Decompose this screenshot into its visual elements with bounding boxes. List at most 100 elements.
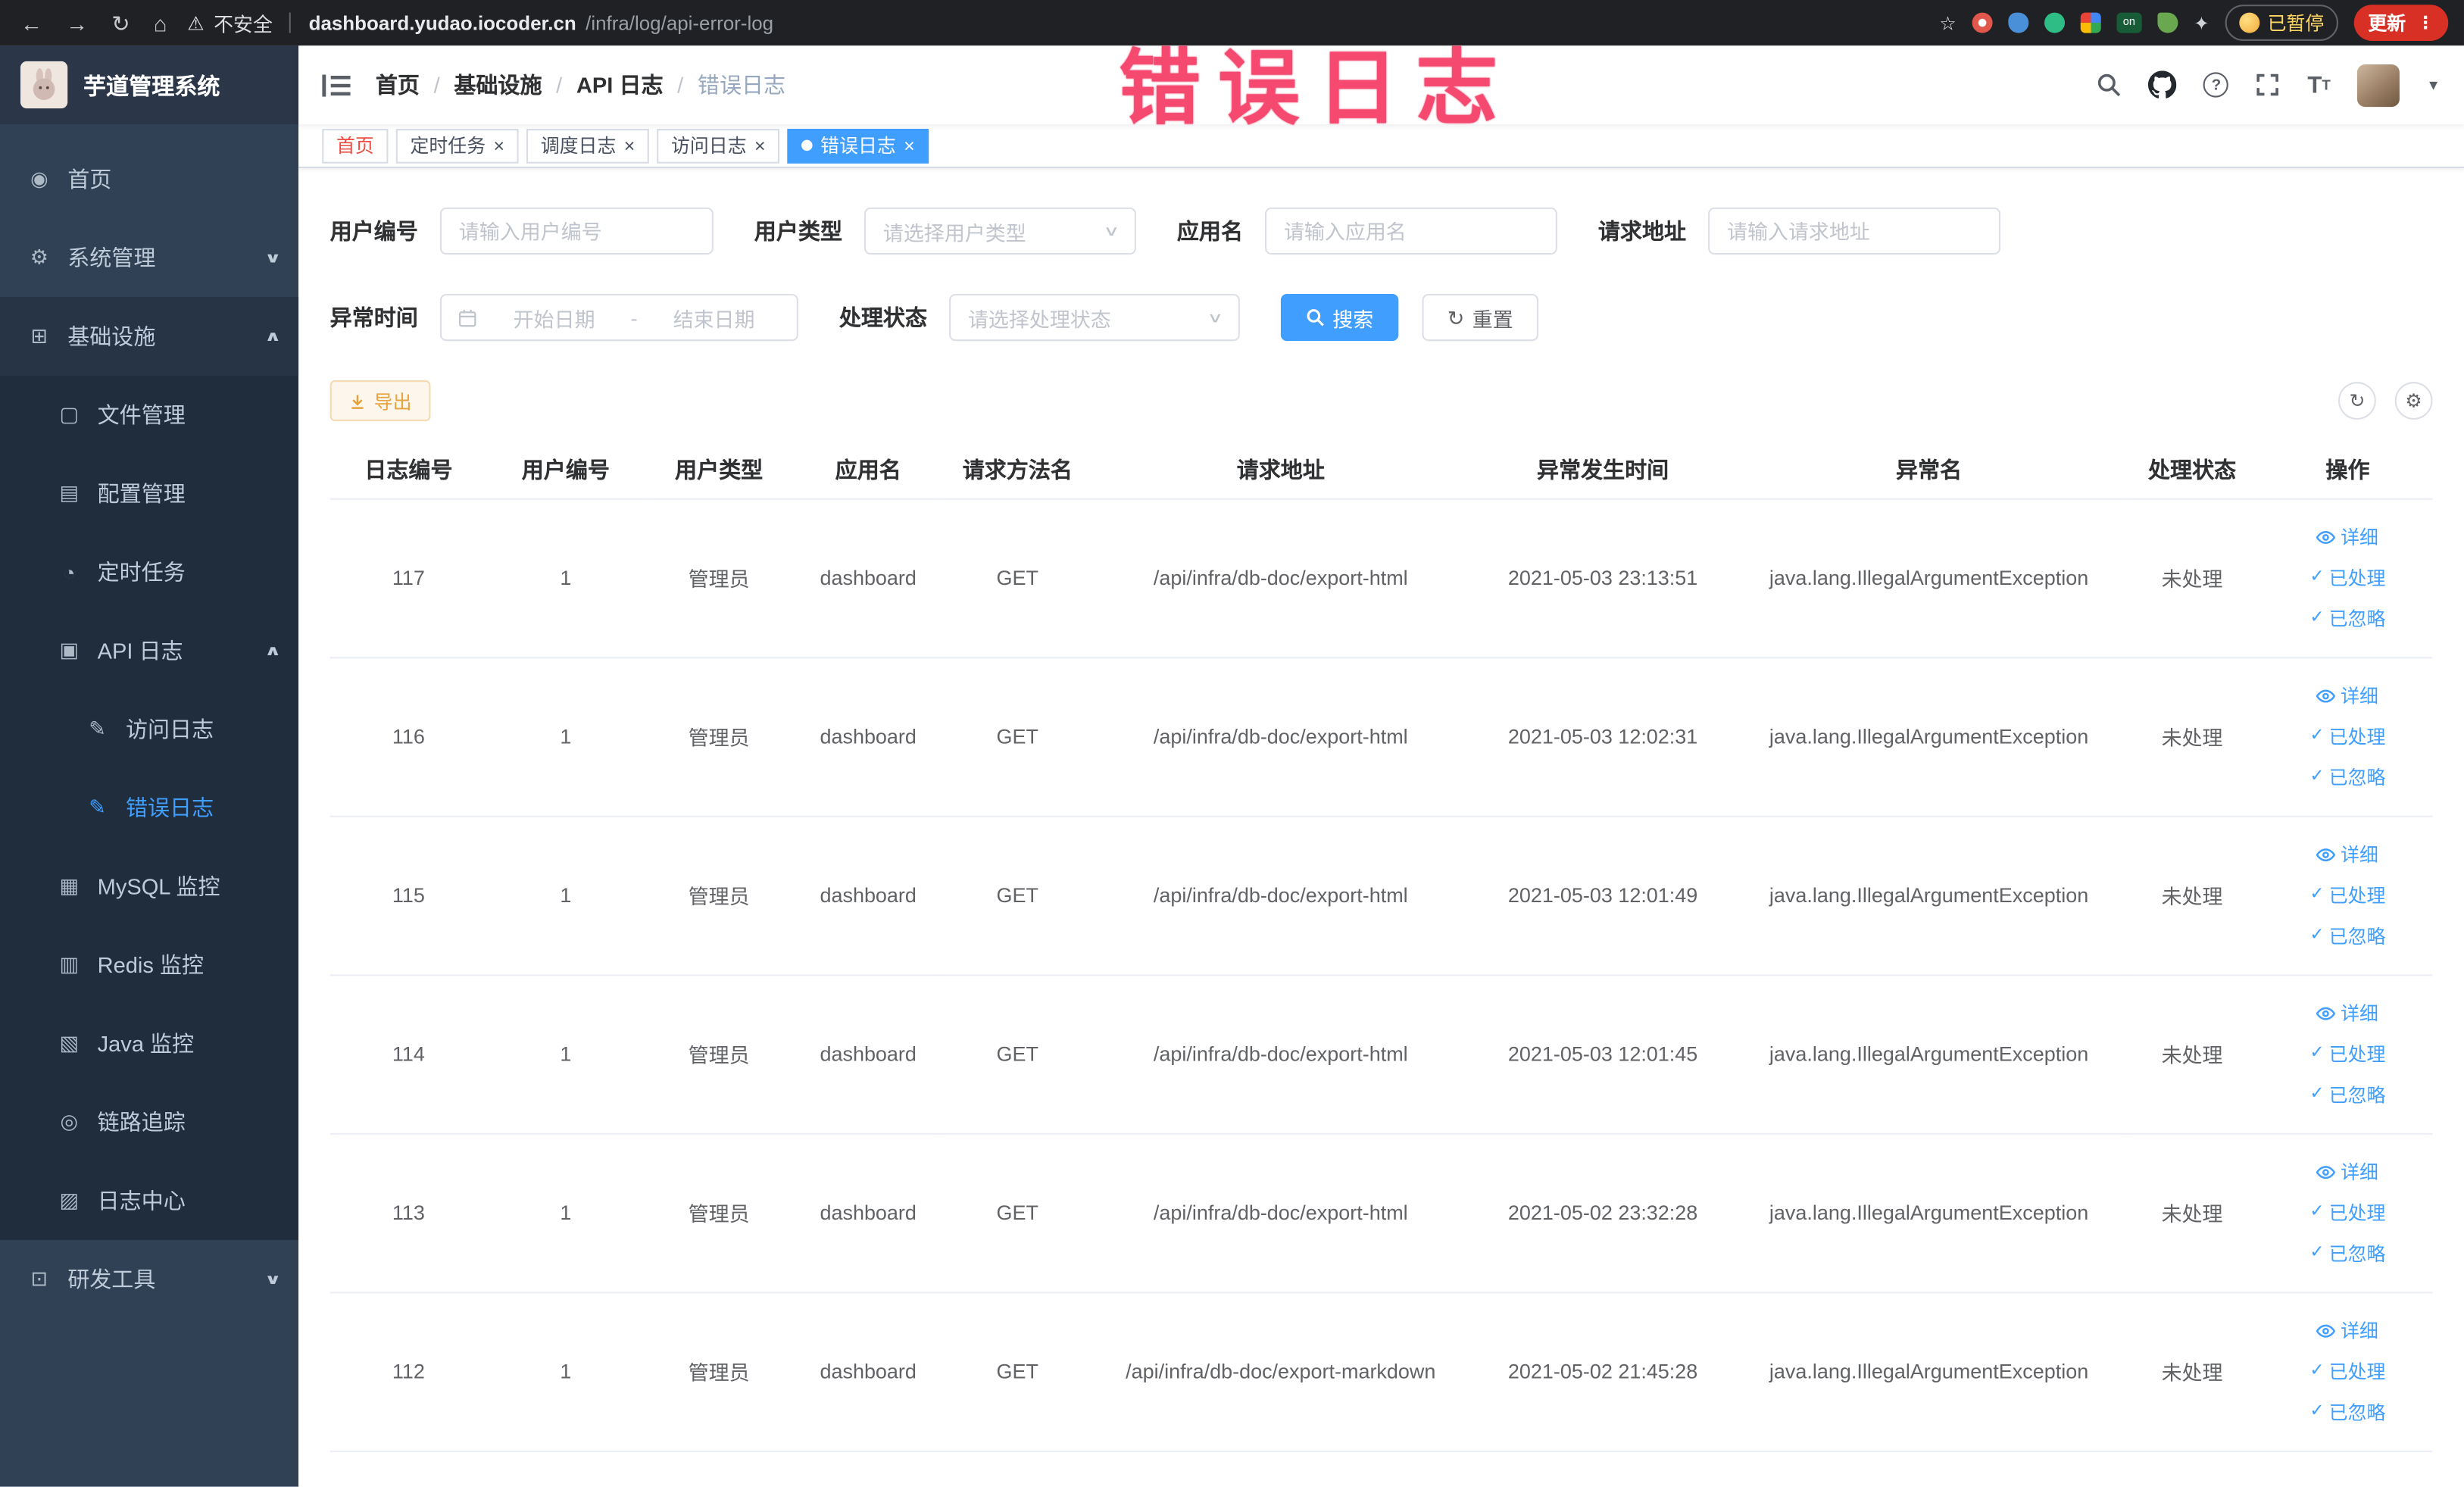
processed-link[interactable]: ✓ 已处理 [2309, 1035, 2385, 1073]
sidebar-item-java-monitor[interactable]: ▧ Java 监控 [0, 1004, 298, 1083]
check-icon: ✓ [2309, 608, 2325, 627]
address-bar[interactable]: ⚠ 不安全 dashboard.yudao.iocoder.cn/infra/l… [187, 8, 1923, 37]
filter-user-id: 用户编号 [330, 207, 714, 255]
tab-access-log[interactable]: 访问日志 × [657, 128, 780, 163]
process-status-select[interactable]: 请选择处理状态 ∨ [949, 293, 1240, 342]
user-avatar[interactable] [2357, 64, 2400, 107]
font-size-icon[interactable]: TT [2307, 73, 2330, 96]
sidebar-item-file-manage[interactable]: ▢ 文件管理 [0, 376, 298, 455]
url-path: /infra/log/api-error-log [586, 11, 774, 34]
check-icon: ✓ [2309, 1043, 2325, 1063]
cell-log-id: 114 [329, 974, 488, 1134]
sidebar-item-access-log[interactable]: ✎ 访问日志 [0, 690, 298, 769]
detail-link[interactable]: 详细 [2316, 1311, 2378, 1349]
ignored-link[interactable]: ✓ 已忽略 [2309, 599, 2385, 637]
refresh-button[interactable]: ↻ [2338, 382, 2376, 420]
browser-menu-icon[interactable]: ⋮ [2417, 13, 2434, 33]
table-row: 112 1 管理员 dashboard GET /api/infra/db-do… [329, 1292, 2433, 1451]
tab-error-log[interactable]: 错误日志 × [787, 128, 929, 163]
cell-request-url: /api/infra/db-doc/export-html [1091, 974, 1469, 1134]
browser-home-icon[interactable]: ⌂ [154, 12, 167, 34]
caret-down-icon[interactable]: ▼ [2426, 77, 2441, 93]
cell-exception-time: 2021-05-03 12:02:31 [1469, 657, 1737, 817]
detail-link[interactable]: 详细 [2316, 1153, 2378, 1191]
error-log-table: 日志编号 用户编号 用户类型 应用名 请求方法名 请求地址 异常发生时间 异常名… [329, 441, 2433, 1451]
cell-user-id: 1 [487, 498, 645, 658]
sidebar-item-redis-monitor[interactable]: ▥ Redis 监控 [0, 926, 298, 1004]
sidebar-item-error-log[interactable]: ✎ 错误日志 [0, 768, 298, 847]
ignored-link[interactable]: ✓ 已忽略 [2309, 1393, 2385, 1431]
bookmark-star-icon[interactable]: ☆ [1939, 14, 1956, 33]
export-button[interactable]: 导出 [329, 380, 431, 421]
sidebar-item-system[interactable]: ⚙ 系统管理 ∨ [0, 218, 298, 297]
search-button[interactable]: 搜索 [1280, 293, 1399, 342]
sidebar-item-home[interactable]: ◉ 首页 [0, 140, 298, 219]
browser-reload-icon[interactable]: ↻ [111, 12, 130, 34]
browser-forward-icon[interactable]: → [66, 12, 88, 34]
close-icon[interactable]: × [754, 136, 766, 155]
sidebar-item-dev-tools[interactable]: ⊡ 研发工具 ∨ [0, 1240, 298, 1319]
ignored-link[interactable]: ✓ 已忽略 [2309, 758, 2385, 796]
ignored-link[interactable]: ✓ 已忽略 [2309, 1235, 2385, 1273]
eye-icon [2316, 1006, 2336, 1020]
sidebar-item-infra[interactable]: ⊞ 基础设施 ∧ [0, 297, 299, 376]
processed-link[interactable]: ✓ 已处理 [2309, 1352, 2385, 1390]
active-dot [801, 139, 813, 152]
breadcrumb-api-log[interactable]: API 日志 [576, 69, 664, 100]
tab-home[interactable]: 首页 [322, 128, 389, 163]
detail-link[interactable]: 详细 [2316, 676, 2378, 714]
breadcrumb-infra[interactable]: 基础设施 [454, 69, 542, 100]
extension-on-icon[interactable]: on [2116, 12, 2142, 33]
help-icon[interactable]: ? [2203, 72, 2229, 98]
tab-schedule-log[interactable]: 调度日志 × [526, 128, 649, 163]
extension-leaf-icon[interactable] [2157, 12, 2178, 33]
detail-link[interactable]: 详细 [2316, 994, 2378, 1032]
sidebar-toggle[interactable] [322, 73, 351, 96]
request-url-input[interactable] [1708, 207, 2000, 255]
sidebar-item-log-center[interactable]: ▨ 日志中心 [0, 1161, 298, 1240]
github-icon[interactable] [2148, 70, 2178, 98]
breadcrumb-home[interactable]: 首页 [376, 69, 420, 100]
processed-link[interactable]: ✓ 已处理 [2309, 559, 2385, 597]
date-range-picker[interactable]: 开始日期 - 结束日期 [439, 293, 798, 342]
cell-actions: 详细 ✓ 已处理 ✓ 已忽略 [2263, 498, 2433, 658]
extension-icon-4[interactable] [2080, 12, 2101, 33]
bunny-icon [33, 68, 55, 100]
extension-icon-2[interactable] [2008, 12, 2029, 33]
ignored-link[interactable]: ✓ 已忽略 [2309, 917, 2385, 955]
cell-log-id: 112 [329, 1292, 488, 1451]
reset-button[interactable]: ↻ 重置 [1422, 293, 1538, 342]
app-name-input[interactable] [1265, 207, 1557, 255]
cell-user-id: 1 [487, 1292, 645, 1451]
app-logo[interactable]: 芋道管理系统 [0, 45, 299, 124]
close-icon[interactable]: × [624, 136, 636, 155]
processed-link[interactable]: ✓ 已处理 [2309, 1194, 2385, 1232]
fullscreen-icon[interactable] [2256, 72, 2281, 97]
ignored-link[interactable]: ✓ 已忽略 [2309, 1076, 2385, 1114]
browser-back-icon[interactable]: ← [20, 12, 42, 34]
paused-badge[interactable]: 已暂停 [2225, 5, 2338, 41]
close-icon[interactable]: × [904, 136, 915, 155]
update-button[interactable]: 更新 ⋮ [2353, 5, 2449, 41]
extension-icon-3[interactable] [2044, 12, 2065, 33]
user-id-input[interactable] [439, 207, 714, 255]
tab-scheduled-jobs[interactable]: 定时任务 × [395, 128, 519, 163]
sidebar-item-scheduled-jobs[interactable]: ◔ 定时任务 [0, 533, 298, 611]
cell-exception-name: java.lang.IllegalArgumentException [1736, 974, 2122, 1134]
cell-exception-name: java.lang.IllegalArgumentException [1736, 657, 2122, 817]
extension-pin-icon[interactable]: ✦ [2194, 14, 2209, 33]
close-icon[interactable]: × [493, 136, 504, 155]
sidebar-item-trace[interactable]: ◎ 链路追踪 [0, 1082, 298, 1161]
column-settings-button[interactable]: ⚙ [2394, 382, 2433, 420]
detail-link[interactable]: 详细 [2316, 836, 2378, 873]
sidebar-item-mysql-monitor[interactable]: ▦ MySQL 监控 [0, 847, 298, 926]
sidebar-item-api-log[interactable]: ▣ API 日志 ∧ [0, 611, 298, 690]
detail-link[interactable]: 详细 [2316, 518, 2378, 556]
processed-link[interactable]: ✓ 已处理 [2309, 717, 2385, 755]
search-icon[interactable] [2097, 72, 2122, 97]
sidebar-item-config-manage[interactable]: ▤ 配置管理 [0, 455, 298, 533]
processed-link[interactable]: ✓ 已处理 [2309, 876, 2385, 914]
extension-icon-1[interactable] [1972, 12, 1993, 33]
user-type-select[interactable]: 请选择用户类型 ∨ [864, 207, 1136, 255]
url-host: dashboard.yudao.iocoder.cn [308, 11, 576, 34]
